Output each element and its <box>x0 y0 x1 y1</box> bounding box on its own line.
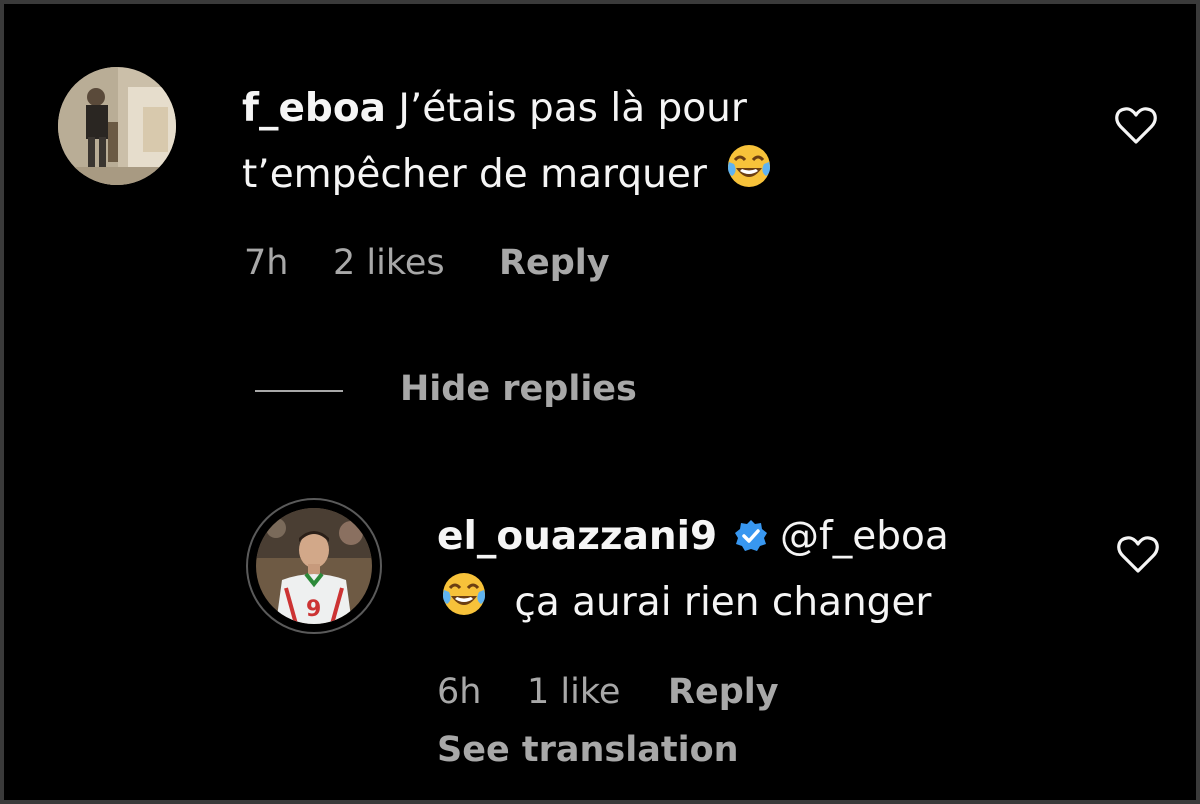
comment-text: f_eboa J’étais pas là pour <box>242 76 747 142</box>
reply-mention[interactable]: @f_eboa <box>780 514 949 559</box>
face-with-tears-of-joy-emoji <box>440 570 488 639</box>
heart-outline-icon[interactable] <box>1114 105 1158 145</box>
comment-text-line2: t’empêcher de marquer <box>242 152 707 197</box>
reply-text-row2: ça aurai rien changer <box>440 570 931 639</box>
comment-reply-button[interactable]: Reply <box>499 241 610 285</box>
verified-badge-icon <box>734 508 768 574</box>
reply-username[interactable]: el_ouazzani9 <box>437 514 717 559</box>
comment-likes[interactable]: 2 likes <box>333 241 445 285</box>
comments-panel: f_eboa J’étais pas là pour t’empêcher de… <box>4 4 1196 800</box>
reply-avatar-ring[interactable]: 9 <box>246 498 382 634</box>
commenter-avatar[interactable] <box>58 67 176 185</box>
comment-meta: 7h <box>244 241 288 285</box>
reply-reply-button[interactable]: Reply <box>668 670 779 714</box>
reply-text: ça aurai rien changer <box>514 580 932 625</box>
comment-time: 7h <box>244 243 289 283</box>
heart-outline-icon[interactable] <box>1116 534 1160 574</box>
comment-text-line2-row: t’empêcher de marquer <box>242 142 773 211</box>
see-translation-button[interactable]: See translation <box>437 728 739 772</box>
reply-likes[interactable]: 1 like <box>527 670 620 714</box>
svg-text:9: 9 <box>306 597 321 622</box>
hide-replies-button[interactable]: Hide replies <box>400 367 637 411</box>
replies-divider <box>255 390 343 392</box>
reply-time: 6h <box>437 672 482 712</box>
reply-text-row1: el_ouazzani9 @f_eboa <box>437 504 949 574</box>
comment-username[interactable]: f_eboa <box>242 86 386 131</box>
face-with-tears-of-joy-emoji <box>725 142 773 211</box>
comment-text-line1: J’étais pas là pour <box>398 86 747 131</box>
reply-avatar: 9 <box>256 508 372 624</box>
